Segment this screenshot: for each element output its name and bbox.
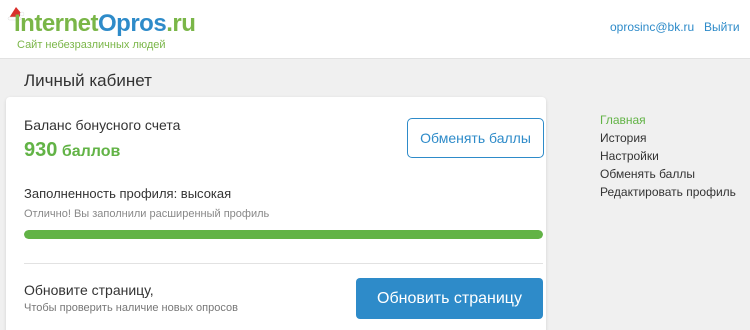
balance-value: 930 баллов — [24, 139, 120, 162]
account-card: Баланс бонусного счета 930 баллов Обменя… — [6, 97, 546, 330]
sidebar-nav: Главная История Настройки Обменять баллы… — [600, 111, 736, 201]
site-header: InternetOpros.ru Сайт небезразличных люд… — [0, 0, 750, 58]
sidebar-link-exchange[interactable]: Обменять баллы — [600, 167, 695, 181]
logout-link[interactable]: Выйти — [704, 20, 740, 34]
sidebar-link-edit-profile[interactable]: Редактировать профиль — [600, 185, 736, 199]
sidebar-item-history: История — [600, 129, 736, 147]
sidebar-link-home[interactable]: Главная — [600, 113, 646, 127]
page-title: Личный кабинет — [24, 71, 152, 90]
sidebar-item-exchange: Обменять баллы — [600, 165, 736, 183]
logo-part-opros: Opros — [98, 10, 167, 37]
balance-unit: баллов — [61, 143, 121, 160]
sidebar-item-home: Главная — [600, 111, 736, 129]
sidebar-link-settings[interactable]: Настройки — [600, 149, 659, 163]
profile-completeness-label: Заполненность профиля: высокая — [24, 186, 232, 201]
refresh-subtitle: Чтобы проверить наличие новых опросов — [24, 302, 238, 314]
header-divider — [0, 58, 750, 59]
profile-progress-fill — [24, 230, 543, 239]
logo-text: InternetOpros.ru — [14, 10, 196, 38]
refresh-page-button[interactable]: Обновить страницу — [356, 278, 543, 319]
profile-completeness-subtitle: Отлично! Вы заполнили расширенный профил… — [24, 208, 270, 220]
logo-part-ru: .ru — [166, 10, 196, 37]
balance-label: Баланс бонусного счета — [24, 117, 181, 133]
sidebar-link-history[interactable]: История — [600, 131, 647, 145]
balance-amount: 930 — [24, 139, 58, 161]
sidebar-item-settings: Настройки — [600, 147, 736, 165]
logo-tagline: Сайт небезразличных людей — [17, 39, 166, 51]
profile-progress-bar — [24, 230, 543, 239]
sidebar-item-edit-profile: Редактировать профиль — [600, 183, 736, 201]
card-divider — [24, 263, 543, 264]
user-email-link[interactable]: oprosinc@bk.ru — [610, 20, 694, 34]
refresh-label: Обновите страницу, — [24, 282, 154, 298]
site-logo[interactable]: InternetOpros.ru Сайт небезразличных люд… — [6, 4, 196, 56]
logo-part-internet: Internet — [14, 10, 99, 37]
exchange-points-button[interactable]: Обменять баллы — [407, 118, 544, 158]
